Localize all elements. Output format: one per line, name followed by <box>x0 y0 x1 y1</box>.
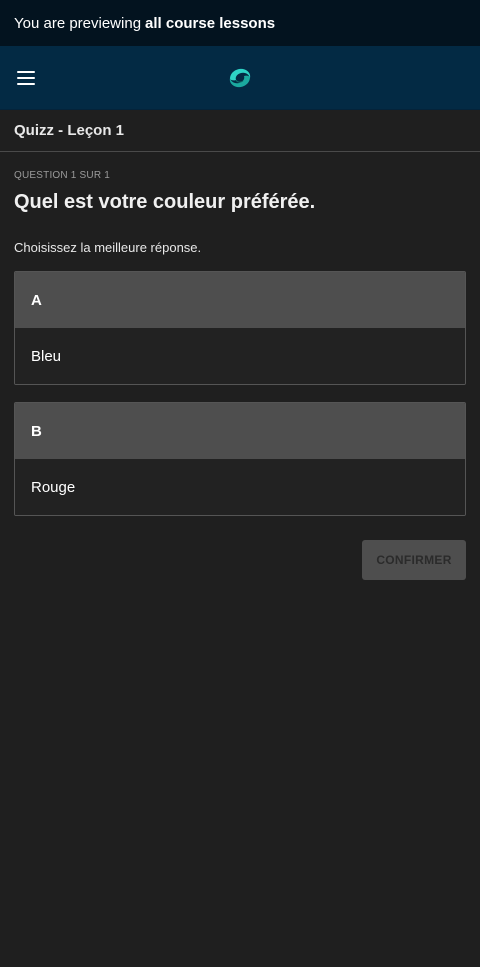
confirm-button[interactable]: CONFIRMER <box>362 540 466 580</box>
brand-logo-icon[interactable] <box>226 66 254 90</box>
preview-banner-prefix: You are previewing <box>14 14 142 32</box>
quiz-actions: CONFIRMER <box>14 540 466 580</box>
answer-choice-text: Rouge <box>15 459 465 515</box>
question-instructions: Choisissez la meilleure réponse. <box>14 240 202 255</box>
lesson-title: Quizz - Leçon 1 <box>0 110 480 152</box>
quiz-content: QUESTION 1 SUR 1 Quel est votre couleur … <box>0 170 480 580</box>
preview-banner-emphasis: all course lessons <box>145 14 276 32</box>
top-navigation-bar <box>0 46 480 110</box>
question-counter: QUESTION 1 SUR 1 <box>14 170 110 181</box>
answer-choice-text: Bleu <box>15 328 465 384</box>
answer-choice-letter: B <box>15 403 465 459</box>
question-title: Quel est votre couleur préférée. <box>14 191 316 213</box>
answer-choice-a[interactable]: A Bleu <box>14 271 466 385</box>
hamburger-menu-icon[interactable] <box>17 70 35 85</box>
preview-banner: You are previewing all course lessons <box>0 0 480 46</box>
answer-choice-b[interactable]: B Rouge <box>14 402 466 516</box>
answer-choices: A Bleu B Rouge <box>14 271 466 516</box>
answer-choice-letter: A <box>15 272 465 328</box>
